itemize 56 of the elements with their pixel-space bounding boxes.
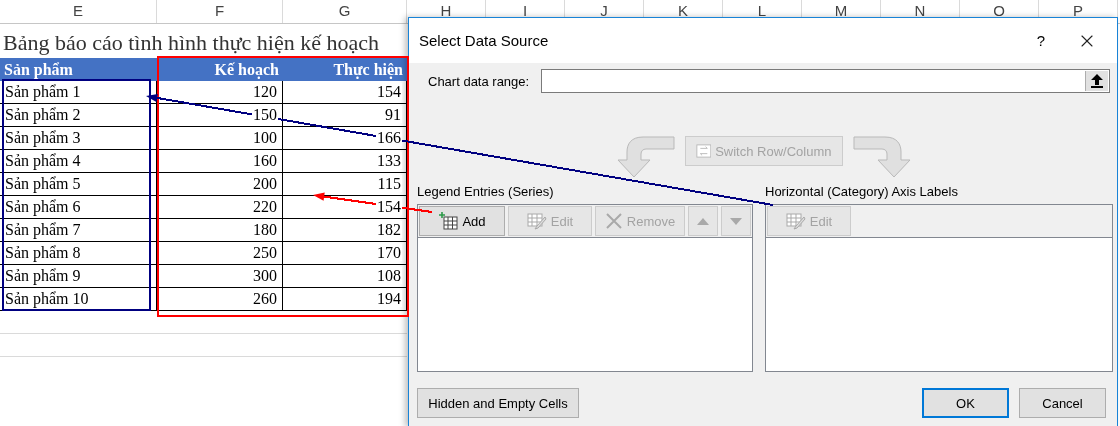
add-button[interactable]: Add bbox=[419, 206, 505, 236]
table-cell: 166 bbox=[376, 129, 402, 146]
table-header: Thực hiện bbox=[283, 58, 407, 81]
table-cell: 133 bbox=[376, 152, 402, 169]
sheet-title: Bảng báo cáo tình hình thực hiện kế hoạch bbox=[2, 29, 380, 57]
table-cell: 120 bbox=[252, 83, 278, 100]
table-cell: 250 bbox=[252, 244, 278, 261]
table-cell: Sản phẩm 5 bbox=[4, 175, 82, 192]
column-header[interactable]: E bbox=[0, 0, 157, 23]
table-cell: 220 bbox=[252, 198, 278, 215]
section-label: Legend Entries (Series) bbox=[417, 184, 555, 199]
table-cell: 160 bbox=[252, 152, 278, 169]
down-triangle-icon bbox=[730, 217, 742, 225]
upload-arrow-icon bbox=[1091, 74, 1103, 88]
table-cell: 100 bbox=[252, 129, 278, 146]
table-edit-icon bbox=[785, 212, 806, 230]
ok-button[interactable]: OK bbox=[922, 388, 1009, 418]
table-cell: 194 bbox=[376, 290, 402, 307]
switch-icon bbox=[695, 143, 712, 159]
up-triangle-icon bbox=[697, 217, 709, 225]
table-cell: 154 bbox=[376, 83, 402, 100]
table-cell: 170 bbox=[376, 244, 402, 261]
section-label: Horizontal (Category) Axis Labels bbox=[765, 184, 959, 199]
table-cell: 154 bbox=[376, 198, 402, 215]
table-header: Sản phẩm bbox=[0, 58, 157, 81]
table-cell: Sản phẩm 7 bbox=[4, 221, 82, 238]
table-cell: Sản phẩm 1 bbox=[4, 83, 82, 100]
table-cell: 300 bbox=[252, 267, 278, 284]
table-cell: 260 bbox=[252, 290, 278, 307]
help-button[interactable]: ? bbox=[1017, 32, 1065, 49]
dialog-title: Select Data Source bbox=[419, 32, 550, 49]
table-cell: 200 bbox=[252, 175, 278, 192]
table-cell: Sản phẩm 10 bbox=[4, 290, 90, 307]
table-cell: Sản phẩm 9 bbox=[4, 267, 82, 284]
remove-x-icon bbox=[604, 212, 623, 230]
chart-data-range-field[interactable] bbox=[541, 69, 1110, 93]
table-edit-icon bbox=[526, 212, 547, 230]
table-cell: Sản phẩm 4 bbox=[4, 152, 82, 169]
table-cell: Sản phẩm 2 bbox=[4, 106, 82, 123]
field-label: Chart data range: bbox=[428, 73, 530, 89]
table-cell: 150 bbox=[252, 106, 278, 123]
cancel-button[interactable]: Cancel bbox=[1019, 388, 1106, 418]
table-cell: Sản phẩm 3 bbox=[4, 129, 82, 146]
table-cell: 115 bbox=[376, 175, 402, 192]
table-cell: 180 bbox=[252, 221, 278, 238]
collapse-button[interactable] bbox=[1085, 71, 1108, 91]
table-cell: 108 bbox=[376, 267, 402, 284]
hidden-empty-cells-button[interactable]: Hidden and Empty Cells bbox=[417, 388, 579, 418]
column-header[interactable]: F bbox=[157, 0, 283, 23]
table-cell: 182 bbox=[376, 221, 402, 238]
table-cell: Sản phẩm 6 bbox=[4, 198, 82, 215]
table-cell: Sản phẩm 8 bbox=[4, 244, 82, 261]
column-header[interactable]: G bbox=[283, 0, 407, 23]
table-header: Kế hoạch bbox=[157, 58, 283, 81]
table-cell: 91 bbox=[384, 106, 402, 123]
table-add-icon bbox=[438, 212, 459, 230]
